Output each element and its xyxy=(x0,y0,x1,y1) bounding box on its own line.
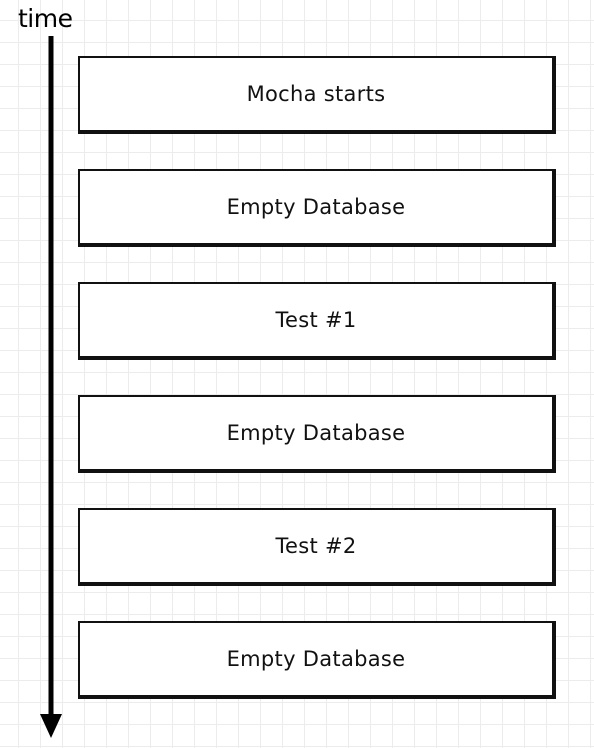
time-arrow xyxy=(40,36,62,738)
step-mocha-starts: Mocha starts xyxy=(78,56,556,134)
step-label: Empty Database xyxy=(226,421,406,445)
step-label: Test #1 xyxy=(275,308,357,332)
step-test-1: Test #1 xyxy=(78,282,556,360)
step-label: Mocha starts xyxy=(246,82,386,106)
step-label: Empty Database xyxy=(226,195,406,219)
step-empty-database-1: Empty Database xyxy=(78,169,556,247)
step-test-2: Test #2 xyxy=(78,508,556,586)
step-empty-database-3: Empty Database xyxy=(78,621,556,699)
step-empty-database-2: Empty Database xyxy=(78,395,556,473)
step-label: Test #2 xyxy=(275,534,357,558)
step-label: Empty Database xyxy=(226,647,406,671)
time-axis-label: time xyxy=(18,4,73,33)
time-arrow-head xyxy=(40,714,62,738)
timeline-steps: Mocha starts Empty Database Test #1 Empt… xyxy=(78,56,560,734)
